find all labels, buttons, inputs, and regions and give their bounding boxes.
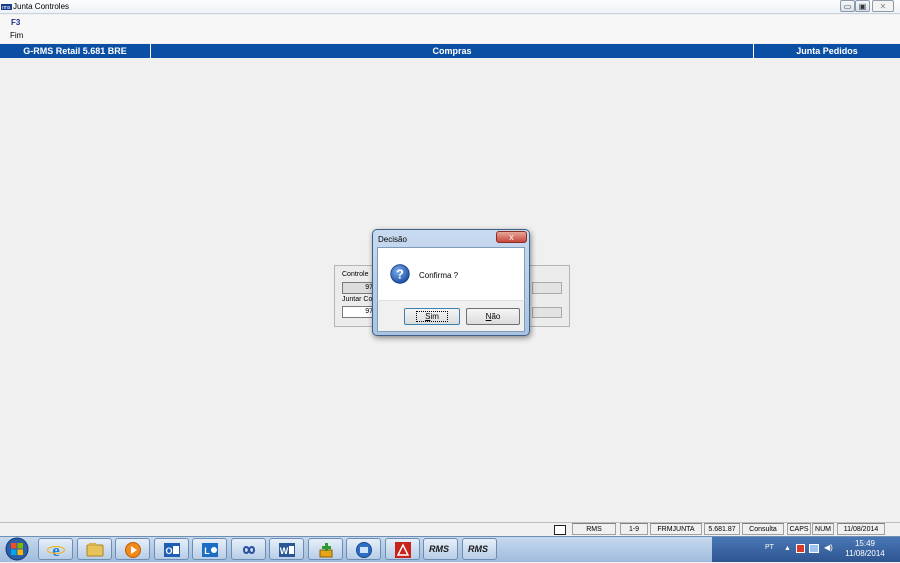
clock-time: 15:49 [854,539,876,548]
app-icon: rms [1,3,12,11]
network-icon[interactable] [809,544,819,553]
yes-button[interactable]: Sim [404,308,460,325]
function-key-bar [0,15,900,43]
dialog-title: Decisão [378,235,407,244]
file-explorer-icon[interactable] [77,538,112,560]
infinity-icon[interactable] [231,538,266,560]
system-version-label: G-RMS Retail 5.681 BRE [23,46,127,56]
lync-icon[interactable]: L [192,538,227,560]
clock-date: 11/08/2014 [845,549,885,558]
svg-text:W: W [280,546,289,556]
no-label: ão [491,312,501,321]
juntar-controle-field[interactable]: 97 [342,306,376,318]
status-range: 1-9 [620,523,648,535]
no-button[interactable]: Não [466,308,520,325]
controle-field: 97 [342,282,376,294]
internet-explorer-icon[interactable]: e [38,538,73,560]
rms-icon[interactable]: RMS [423,538,458,560]
installer-icon[interactable] [308,538,343,560]
yes-label: im [430,312,439,321]
status-num: NUM [812,523,834,535]
status-caps: CAPS [787,523,811,535]
svg-text:e: e [52,541,60,559]
dialog-close-button[interactable]: x [496,231,527,243]
close-window-button[interactable]: ✕ [872,0,894,12]
svg-text:L: L [204,546,210,556]
svg-text:O: O [165,546,172,556]
action-center-icon[interactable] [796,544,805,553]
acrobat-icon[interactable] [385,538,420,560]
controle-description-field [532,282,562,294]
status-date: 11/08/2014 [837,523,885,535]
status-mode: Consulta [742,523,784,535]
module-name-label: Compras [432,46,472,56]
language-indicator[interactable]: PT [765,544,774,551]
dialog-message: Confirma ? [419,271,459,280]
rms-label: RMS [468,544,488,554]
decision-dialog: Decisão x ? Confirma ? Sim Não [372,229,530,336]
controle-label: Controle [342,271,369,278]
start-button[interactable] [2,537,32,561]
minimize-button[interactable]: ▭ [840,0,855,12]
rms-label: RMS [429,544,449,554]
status-version: 5.681.87 [704,523,740,535]
remote-desktop-icon[interactable] [346,538,381,560]
fim-action-label[interactable]: Fim [10,31,23,40]
word-icon[interactable]: W [269,538,304,560]
status-system: RMS [572,523,616,535]
module-header: G-RMS Retail 5.681 BRE Compras Junta Ped… [0,44,900,58]
screen-name-label: Junta Pedidos [796,46,858,56]
rms-icon[interactable]: RMS [462,538,497,560]
status-form-name: FRMJUNTA [650,523,702,535]
outlook-icon[interactable]: O [154,538,189,560]
svg-text:rms: rms [2,5,11,11]
window-title: Junta Controles [13,2,70,11]
juntar-description-field [532,307,562,318]
question-icon: ? [390,264,410,284]
f3-key-label[interactable]: F3 [11,18,20,27]
volume-icon[interactable]: ◀) [824,543,833,552]
tray-clock[interactable]: 15:49 11/08/2014 [840,539,890,559]
status-document-icon [554,525,566,535]
window-title-bar[interactable] [0,0,900,14]
maximize-button[interactable]: ▣ [855,0,870,12]
media-player-icon[interactable] [115,538,150,560]
svg-text:?: ? [396,267,404,282]
tray-expand-icon[interactable]: ▲ [784,545,791,552]
